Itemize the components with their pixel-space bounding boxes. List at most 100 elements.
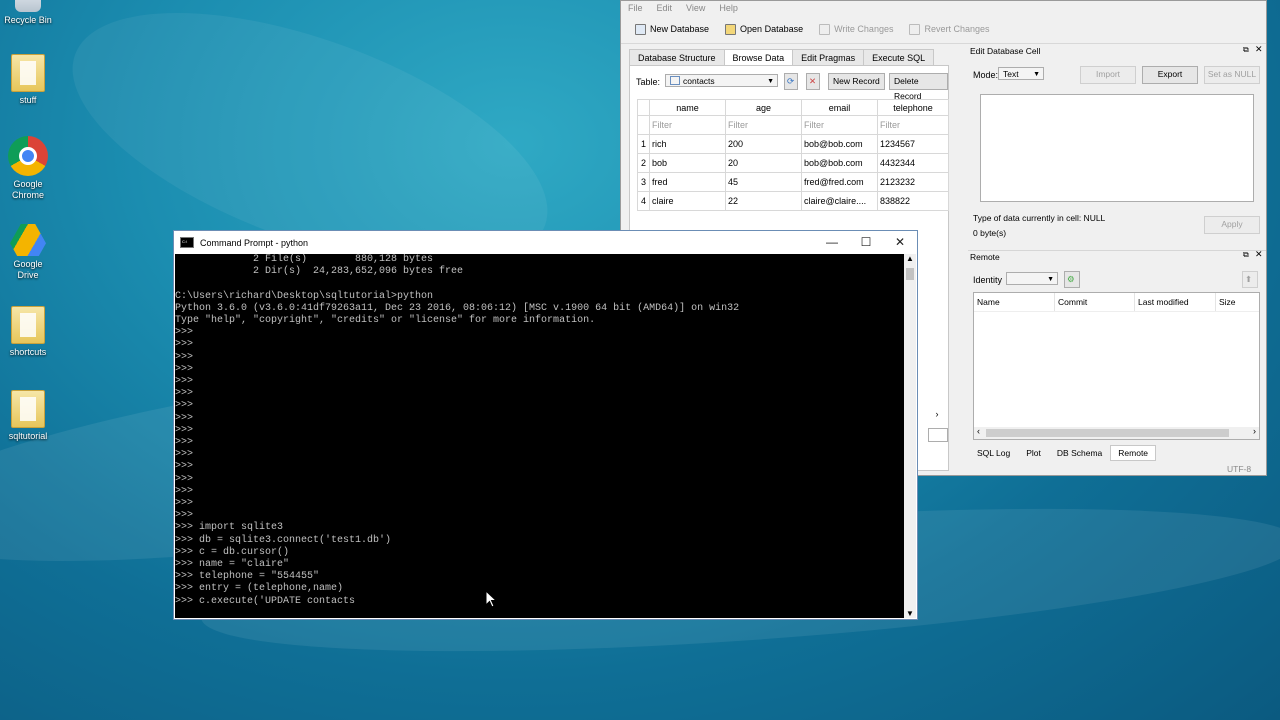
remote-action-button[interactable]: ⬆ [1242, 271, 1258, 288]
tab-database-structure[interactable]: Database Structure [629, 49, 725, 66]
row-number[interactable]: 4 [637, 191, 650, 211]
filter-input-name[interactable]: Filter [649, 115, 726, 135]
menu-view[interactable]: View [686, 1, 705, 15]
delete-record-button[interactable]: Delete Record [889, 73, 948, 101]
chevron-left-icon[interactable]: ‹ [977, 426, 980, 436]
cell-email[interactable]: fred@fred.com [801, 172, 878, 192]
tab-remote[interactable]: Remote [1110, 445, 1157, 461]
desktop-icon-shortcuts[interactable]: shortcuts [4, 306, 52, 358]
desktop-icon-google-drive[interactable]: Google Drive [4, 222, 52, 281]
table-row[interactable]: 1 rich 200 bob@bob.com 1234567 [637, 134, 949, 154]
tab-sql-log[interactable]: SQL Log [969, 445, 1018, 461]
cell-age[interactable]: 200 [725, 134, 802, 154]
column-header-email[interactable]: email [801, 99, 878, 116]
tab-edit-pragmas[interactable]: Edit Pragmas [792, 49, 865, 66]
console-text: 2 File(s) 880,128 bytes 2 Dir(s) 24,283,… [175, 254, 740, 607]
new-database-button[interactable]: New Database [635, 23, 709, 35]
vertical-scrollbar[interactable]: ▲ ▼ [904, 254, 916, 618]
desktop-icon-recycle-bin[interactable]: Recycle Bin [4, 0, 52, 26]
maximize-button[interactable]: ☐ [849, 231, 883, 254]
menu-edit[interactable]: Edit [657, 1, 673, 15]
cell-editor[interactable] [980, 94, 1254, 202]
desktop-icon-google-chrome[interactable]: Google Chrome [4, 136, 52, 201]
cell-name[interactable]: fred [649, 172, 726, 192]
close-icon[interactable]: ✕ [1255, 44, 1263, 55]
mode-select[interactable]: Text ▼ [998, 67, 1044, 80]
menu-file[interactable]: File [628, 1, 643, 15]
panel-float-icon[interactable]: ⧉ [1243, 45, 1249, 55]
cmd-title-bar[interactable]: Command Prompt - python [174, 231, 917, 254]
column-header-commit[interactable]: Commit [1054, 293, 1134, 311]
filter-input-age[interactable]: Filter [725, 115, 802, 135]
column-header-name[interactable]: Name [974, 293, 1054, 311]
cell-name[interactable]: bob [649, 153, 726, 173]
import-button[interactable]: Import [1080, 66, 1136, 84]
open-database-icon [725, 23, 737, 35]
cell-telephone[interactable]: 1234567 [877, 134, 949, 154]
new-record-button[interactable]: New Record [828, 73, 885, 90]
remote-file-list[interactable]: Name Commit Last modified Size ‹ › [973, 292, 1260, 440]
chevron-up-icon[interactable]: ▲ [906, 254, 914, 263]
write-changes-button[interactable]: Write Changes [819, 23, 893, 35]
tab-browse-data[interactable]: Browse Data [723, 49, 794, 66]
clear-filters-button[interactable]: ✕ [806, 73, 820, 90]
close-button[interactable]: ✕ [883, 231, 917, 254]
open-database-button[interactable]: Open Database [725, 23, 803, 35]
cell-telephone[interactable]: 838822 [877, 191, 949, 211]
cell-age[interactable]: 22 [725, 191, 802, 211]
identity-select[interactable]: ▼ [1006, 272, 1058, 285]
column-header-last-modified[interactable]: Last modified [1134, 293, 1215, 311]
export-button[interactable]: Export [1142, 66, 1198, 84]
column-header-age[interactable]: age [725, 99, 802, 116]
column-header-size[interactable]: Size [1215, 293, 1259, 311]
horizontal-scrollbar[interactable]: › [928, 409, 946, 421]
chrome-icon [8, 136, 48, 176]
column-header-telephone[interactable]: telephone [877, 99, 949, 116]
chevron-down-icon[interactable]: ▼ [906, 609, 914, 618]
filter-input-email[interactable]: Filter [801, 115, 878, 135]
table-select[interactable]: contacts ▼ [665, 74, 778, 87]
apply-button[interactable]: Apply [1204, 216, 1260, 234]
cell-age[interactable]: 20 [725, 153, 802, 173]
tab-execute-sql[interactable]: Execute SQL [863, 49, 935, 66]
goto-input[interactable] [928, 428, 948, 442]
scrollbar-thumb[interactable] [986, 429, 1229, 437]
refresh-button[interactable]: ⟳ [784, 73, 798, 90]
chevron-right-icon[interactable]: › [1253, 426, 1256, 436]
menu-help[interactable]: Help [719, 1, 738, 15]
cell-email[interactable]: bob@bob.com [801, 134, 878, 154]
desktop-icon-sqltutorial[interactable]: sqltutorial [4, 390, 52, 442]
table-row[interactable]: 2 bob 20 bob@bob.com 4432344 [637, 153, 949, 173]
table-row[interactable]: 4 claire 22 claire@claire.... 838822 [637, 191, 949, 211]
set-as-null-button[interactable]: Set as NULL [1204, 66, 1260, 84]
tab-db-schema[interactable]: DB Schema [1049, 445, 1110, 461]
scrollbar-thumb[interactable] [906, 268, 914, 280]
panel-float-icon[interactable]: ⧉ [1243, 250, 1249, 260]
cell-email[interactable]: claire@claire.... [801, 191, 878, 211]
row-number[interactable]: 2 [637, 153, 650, 173]
row-number[interactable]: 1 [637, 134, 650, 154]
minimize-button[interactable]: — [815, 231, 849, 254]
cell-telephone[interactable]: 2123232 [877, 172, 949, 192]
horizontal-scrollbar[interactable]: ‹ › [974, 426, 1259, 439]
identity-label: Identity [973, 275, 1003, 285]
cell-email[interactable]: bob@bob.com [801, 153, 878, 173]
cell-name[interactable]: claire [649, 191, 726, 211]
table-row[interactable]: 3 fred 45 fred@fred.com 2123232 [637, 172, 949, 192]
mode-select-value: Text [1003, 69, 1019, 79]
chevron-down-icon: ▼ [767, 78, 774, 85]
table-select-value: contacts [683, 76, 715, 86]
revert-changes-button[interactable]: Revert Changes [909, 23, 990, 35]
identity-settings-button[interactable]: ⚙ [1064, 271, 1080, 288]
tab-plot[interactable]: Plot [1018, 445, 1049, 461]
cell-age[interactable]: 45 [725, 172, 802, 192]
close-icon[interactable]: ✕ [1255, 249, 1263, 260]
cell-name[interactable]: rich [649, 134, 726, 154]
table-label: Table: [636, 77, 661, 87]
row-number[interactable]: 3 [637, 172, 650, 192]
column-header-name[interactable]: name [649, 99, 726, 116]
desktop-icon-stuff[interactable]: stuff [4, 54, 52, 106]
console-output[interactable]: 2 File(s) 880,128 bytes 2 Dir(s) 24,283,… [175, 254, 904, 618]
filter-input-telephone[interactable]: Filter [877, 115, 949, 135]
cell-telephone[interactable]: 4432344 [877, 153, 949, 173]
